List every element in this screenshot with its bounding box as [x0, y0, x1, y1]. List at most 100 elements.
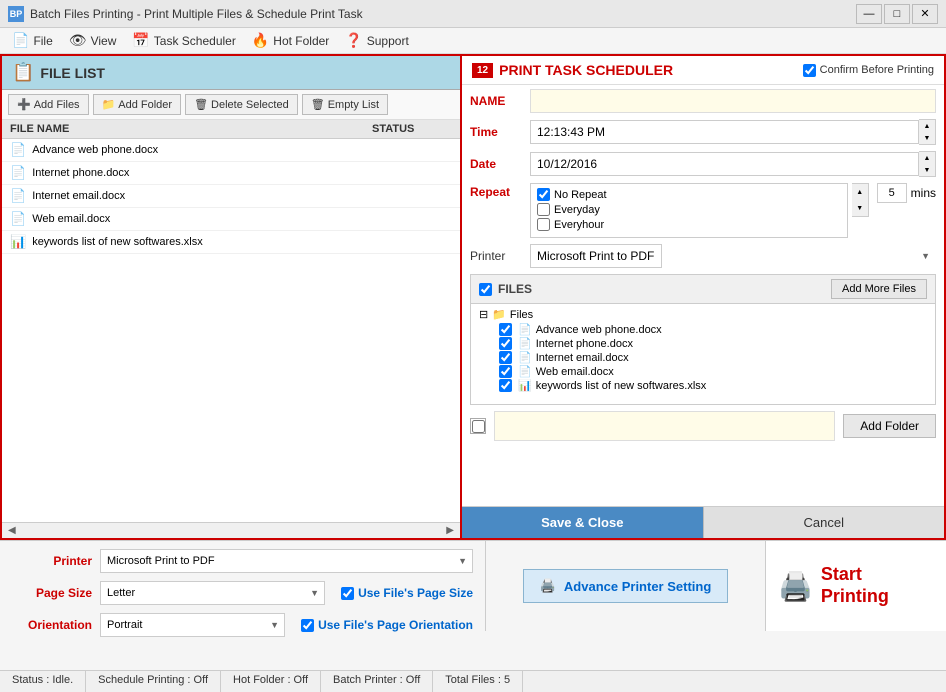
scroll-right-arrow[interactable]: ▶ — [442, 525, 458, 536]
tree-toggle-icon[interactable]: ⊟ — [479, 308, 488, 321]
excel-file-icon: 📊 — [10, 234, 26, 250]
empty-list-button[interactable]: 🗑 Empty List — [302, 94, 388, 115]
scroll-left-arrow[interactable]: ◀ — [4, 525, 20, 536]
delete-label: Delete Selected — [211, 99, 289, 111]
save-close-button[interactable]: Save & Close — [462, 507, 703, 538]
time-spin-buttons: ▲ ▼ — [919, 119, 936, 145]
status-batch-printer: Batch Printer : Off — [321, 671, 433, 692]
maximize-button[interactable]: □ — [884, 4, 910, 24]
bottom-pagesize-select[interactable]: Letter A4 Legal — [100, 581, 325, 605]
tree-file-checkbox[interactable] — [499, 379, 512, 392]
print-settings: Printer Microsoft Print to PDF Adobe PDF… — [0, 541, 486, 631]
time-down-button[interactable]: ▼ — [919, 132, 935, 144]
time-up-button[interactable]: ▲ — [919, 120, 935, 132]
printer-select[interactable]: Microsoft Print to PDF Adobe PDF Default… — [530, 244, 662, 268]
file-list-panel: 📋 FILE LIST ➕ Add Files 📁 Add Folder 🗑 D… — [0, 54, 462, 540]
close-button[interactable]: ✕ — [912, 4, 938, 24]
time-label: Time — [470, 125, 530, 139]
file-name: Advance web phone.docx — [32, 144, 452, 156]
status-total-files: Total Files : 5 — [433, 671, 523, 692]
menu-view-label: View — [91, 34, 117, 48]
folder-path-input[interactable] — [494, 411, 835, 441]
use-file-orientation-checkbox[interactable] — [301, 619, 314, 632]
use-file-orientation-row: Use File's Page Orientation — [301, 618, 473, 632]
bottom-settings: Printer Microsoft Print to PDF Adobe PDF… — [0, 541, 946, 631]
file-name: Internet email.docx — [32, 190, 452, 202]
status-idle: Status : Idle. — [0, 671, 86, 692]
empty-label: Empty List — [328, 99, 379, 111]
bottom-orientation-select[interactable]: Portrait Landscape — [100, 613, 285, 637]
menu-file[interactable]: 📄 File — [4, 29, 61, 52]
add-folder-btn[interactable]: Add Folder — [843, 414, 936, 438]
date-row: Date ▲ ▼ — [470, 151, 936, 177]
no-repeat-label: No Repeat — [554, 189, 607, 201]
time-input[interactable] — [530, 120, 919, 144]
add-folder-icon: 📁 — [102, 98, 116, 111]
files-section: FILES Add More Files ⊟ 📁 Files 📄 Advance… — [470, 274, 936, 405]
bottom-printer-row: Printer Microsoft Print to PDF Adobe PDF — [12, 549, 473, 573]
printer-row-label: Printer — [470, 249, 530, 263]
list-item: 📄 Internet phone.docx — [499, 337, 927, 350]
delete-selected-button[interactable]: 🗑 Delete Selected — [185, 94, 298, 115]
tree-word-icon: 📄 — [518, 351, 532, 364]
printer-row: Printer Microsoft Print to PDF Adobe PDF… — [470, 244, 936, 268]
folder-checkbox[interactable] — [472, 420, 485, 433]
date-up-button[interactable]: ▲ — [919, 152, 935, 164]
menu-task-scheduler[interactable]: 📅 Task Scheduler — [124, 29, 243, 52]
repeat-section: Repeat No Repeat Everyday Ev — [470, 183, 936, 238]
advance-settings-section: 🖨️ Advance Printer Setting — [486, 541, 766, 631]
table-row[interactable]: 📄 Internet phone.docx — [2, 162, 460, 185]
menu-file-label: File — [33, 34, 52, 48]
cancel-button[interactable]: Cancel — [703, 507, 945, 538]
tree-file-checkbox[interactable] — [499, 365, 512, 378]
confirm-label: Confirm Before Printing — [820, 64, 934, 76]
tree-file-checkbox[interactable] — [499, 337, 512, 350]
table-row[interactable]: 📄 Advance web phone.docx — [2, 139, 460, 162]
tree-file-checkbox[interactable] — [499, 351, 512, 364]
tree-root-label: Files — [510, 309, 533, 321]
menu-support[interactable]: ❓ Support — [337, 29, 416, 52]
table-row[interactable]: 📊 keywords list of new softwares.xlsx — [2, 231, 460, 254]
add-files-button[interactable]: ➕ Add Files — [8, 94, 89, 115]
date-dropdown-button[interactable]: ▼ — [919, 164, 935, 176]
repeat-scroll-up[interactable]: ▲ — [852, 184, 868, 200]
scheduler-panel: 12 PRINT TASK SCHEDULER Confirm Before P… — [462, 54, 946, 540]
calendar-icon: 12 — [472, 63, 493, 78]
confirm-checkbox[interactable] — [803, 64, 816, 77]
menu-view[interactable]: 👁 View — [61, 29, 125, 52]
advance-printer-setting-button[interactable]: 🖨️ Advance Printer Setting — [523, 569, 729, 603]
files-checkbox[interactable] — [479, 283, 492, 296]
file-name: Internet phone.docx — [32, 167, 452, 179]
scheduler-title: PRINT TASK SCHEDULER — [499, 62, 797, 78]
bottom-pagesize-row: Page Size Letter A4 Legal Use File's Pag… — [12, 581, 473, 605]
word-file-icon: 📄 — [10, 188, 26, 204]
time-row: Time ▲ ▼ — [470, 119, 936, 145]
table-row[interactable]: 📄 Internet email.docx — [2, 185, 460, 208]
add-more-files-button[interactable]: Add More Files — [831, 279, 927, 299]
use-file-page-size-checkbox[interactable] — [341, 587, 354, 600]
everyhour-checkbox[interactable] — [537, 218, 550, 231]
everyday-checkbox[interactable] — [537, 203, 550, 216]
tree-file-checkbox[interactable] — [499, 323, 512, 336]
date-input[interactable] — [530, 152, 919, 176]
menu-hot-folder[interactable]: 🔥 Hot Folder — [244, 29, 337, 52]
scheduler-header: 12 PRINT TASK SCHEDULER Confirm Before P… — [462, 56, 944, 85]
files-tree: ⊟ 📁 Files 📄 Advance web phone.docx 📄 Int… — [471, 304, 935, 404]
menu-support-label: Support — [367, 34, 409, 48]
support-icon: ❓ — [345, 32, 362, 49]
name-input[interactable] — [530, 89, 936, 113]
mins-input[interactable] — [877, 183, 907, 203]
file-list-title: FILE LIST — [40, 65, 105, 81]
no-repeat-checkbox[interactable] — [537, 188, 550, 201]
bottom-printer-select[interactable]: Microsoft Print to PDF Adobe PDF — [100, 549, 473, 573]
repeat-scroll-down[interactable]: ▼ — [852, 200, 868, 216]
bottom-orientation-label: Orientation — [12, 618, 92, 632]
advance-btn-label: Advance Printer Setting — [564, 579, 711, 594]
start-printing-icon: 🖨️ — [778, 570, 813, 603]
table-row[interactable]: 📄 Web email.docx — [2, 208, 460, 231]
mins-label: mins — [911, 186, 936, 200]
add-folder-button[interactable]: 📁 Add Folder — [93, 94, 182, 115]
start-printing-button[interactable]: 🖨️ Start Printing — [766, 556, 946, 615]
scheduler-footer: Save & Close Cancel — [462, 506, 944, 538]
minimize-button[interactable]: — — [856, 4, 882, 24]
